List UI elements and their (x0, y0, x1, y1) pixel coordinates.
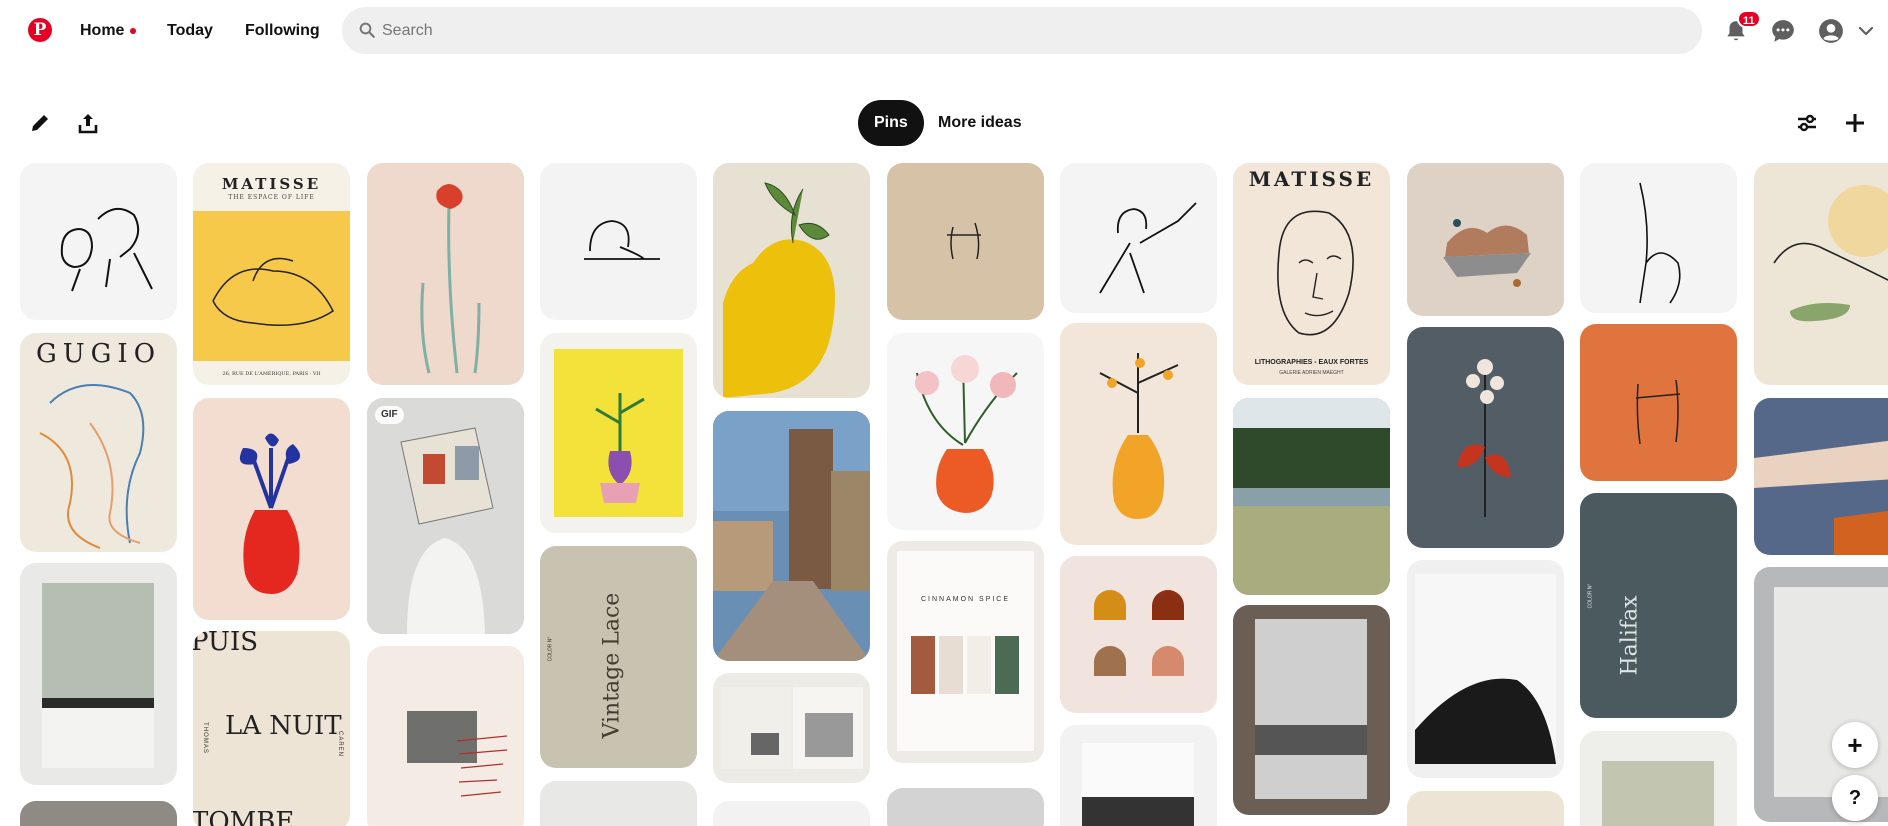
home-new-indicator (130, 28, 136, 34)
pin-color-card-label: COLOR N° (547, 636, 554, 662)
nav-home-link[interactable]: Home (80, 20, 124, 42)
pin-photo-book-spread[interactable] (713, 673, 870, 783)
share-upload-icon[interactable] (76, 111, 100, 135)
pin-line-art-arm-raised[interactable] (1580, 163, 1737, 313)
plus-icon: + (1847, 730, 1863, 760)
pin-vintage-lace-color-card[interactable]: Vintage Lace COLOR N° (540, 546, 697, 768)
tab-pins[interactable]: Pins (858, 100, 924, 146)
pin-matisse-yellow-poster[interactable]: MATISSE THE ESPACE OF LIFE 26, RUE DE L'… (193, 163, 350, 385)
search-icon (359, 22, 375, 38)
pin-poster-side-left: THOMAS (201, 722, 208, 754)
pin-partial-document[interactable] (540, 781, 697, 826)
pin-partial-photo[interactable] (20, 801, 177, 826)
pin-bw-hand-photo[interactable] (1407, 560, 1564, 778)
pin-gif-newspaper-person[interactable]: GIF (367, 398, 524, 634)
pin-abstract-landscape[interactable] (1407, 163, 1564, 316)
pin-cinnamon-spice-palette[interactable]: CINNAMON SPICE (887, 541, 1044, 763)
pin-palette-title: CINNAMON SPICE (920, 596, 1011, 603)
top-nav-bar: P Home Today Following 11 (0, 0, 1888, 62)
nav-following-link[interactable]: Following (245, 20, 320, 42)
pin-bw-seascape-book[interactable] (1233, 605, 1390, 815)
account-chevron-down-icon[interactable] (1858, 18, 1874, 44)
pin-color-card-label: COLOR N° (1587, 583, 1594, 609)
pin-partial-book[interactable] (1060, 725, 1217, 826)
pin-halifax-color-card[interactable]: Halifax COLOR N° (1580, 493, 1737, 718)
nav-today-link[interactable]: Today (167, 20, 213, 42)
floating-add-button[interactable]: + (1832, 722, 1878, 768)
pin-meadow-lake-photo[interactable] (1233, 398, 1390, 595)
pin-red-poppy-illustration[interactable] (367, 163, 524, 385)
pin-cat-sun-illustration[interactable] (1754, 163, 1888, 385)
pin-lemon-tree-vase[interactable] (1060, 323, 1217, 545)
pin-line-art-pointing-figure[interactable] (1060, 163, 1217, 313)
search-input[interactable] (382, 7, 1682, 54)
pin-partial-beige[interactable] (1407, 791, 1564, 826)
filter-sliders-icon[interactable] (1795, 111, 1819, 135)
pin-poster-title: MATISSE (221, 175, 322, 193)
pin-hands-flower-photo[interactable] (1754, 398, 1888, 555)
pin-partial-light[interactable] (713, 801, 870, 826)
search-bar[interactable] (342, 7, 1702, 54)
pin-gugio-poster[interactable]: GUGIO (20, 333, 177, 552)
pin-orange-dancing-couple[interactable] (1580, 324, 1737, 481)
pin-line-art-seated-figure[interactable] (540, 163, 697, 320)
pin-dancing-couple-sketch[interactable] (887, 163, 1044, 320)
pin-poster-text-tombe: TOMBE (193, 807, 295, 826)
pin-earthy-color-swatches[interactable] (1060, 556, 1217, 713)
pin-times-square-photo[interactable] (713, 411, 870, 661)
pin-orange-vase-flowers[interactable] (887, 333, 1044, 530)
pin-color-card-title: Halifax (1617, 595, 1643, 676)
pinterest-logo-icon[interactable]: P (28, 18, 52, 42)
pin-poster-title: MATISSE (1248, 167, 1375, 191)
floating-help-button[interactable]: ? (1832, 775, 1878, 821)
pin-color-card-title: Vintage Lace (599, 592, 625, 739)
notification-count-badge: 11 (1737, 10, 1761, 28)
pin-poster-footer: 26, RUE DE L'AMÉRIQUE, PARIS · VII (222, 371, 321, 377)
pin-yellow-plant-drawing[interactable] (540, 333, 697, 533)
pin-handwritten-letter[interactable] (367, 646, 524, 826)
edit-pencil-icon[interactable] (28, 111, 52, 135)
pin-poster-footer: LITHOGRAPHIES - EAUX FORTES (1254, 359, 1369, 366)
add-plus-icon[interactable] (1843, 111, 1867, 135)
pin-lemon-illustration[interactable] (713, 163, 870, 398)
pin-partial-grey[interactable] (887, 788, 1044, 826)
pin-la-nuit-tombe-poster[interactable]: PUIS LA NUIT TOMBE THOMAS CAREN (193, 631, 350, 826)
pin-sage-card[interactable] (1580, 731, 1737, 826)
pin-poster-footer-2: GALERIE ADRIEN MAEGHT (1279, 370, 1344, 376)
pin-dark-floral-sprig[interactable] (1407, 327, 1564, 548)
pin-red-vase-illustration[interactable] (193, 398, 350, 620)
pin-poster-side-right: CAREN (337, 730, 344, 758)
tab-more-ideas[interactable]: More ideas (922, 100, 1038, 146)
help-question-icon: ? (1848, 787, 1862, 809)
pin-poster-title: GUGIO (35, 339, 162, 369)
pin-poster-subtitle: THE ESPACE OF LIFE (228, 194, 315, 201)
gif-badge: GIF (375, 406, 404, 424)
pin-green-book[interactable] (20, 563, 177, 785)
pin-poster-text-puis: PUIS (193, 631, 259, 657)
messages-icon[interactable] (1770, 18, 1796, 44)
pin-poster-text-la-nuit: LA NUIT (225, 711, 342, 741)
pin-line-art-couple[interactable] (20, 163, 177, 320)
pin-grid: GUGIO MATISSE THE ESPACE OF LIFE 26, RUE… (0, 163, 1888, 826)
pin-matisse-lithographies-poster[interactable]: MATISSE LITHOGRAPHIES - EAUX FORTES GALE… (1233, 163, 1390, 385)
profile-avatar-icon[interactable] (1818, 18, 1844, 44)
